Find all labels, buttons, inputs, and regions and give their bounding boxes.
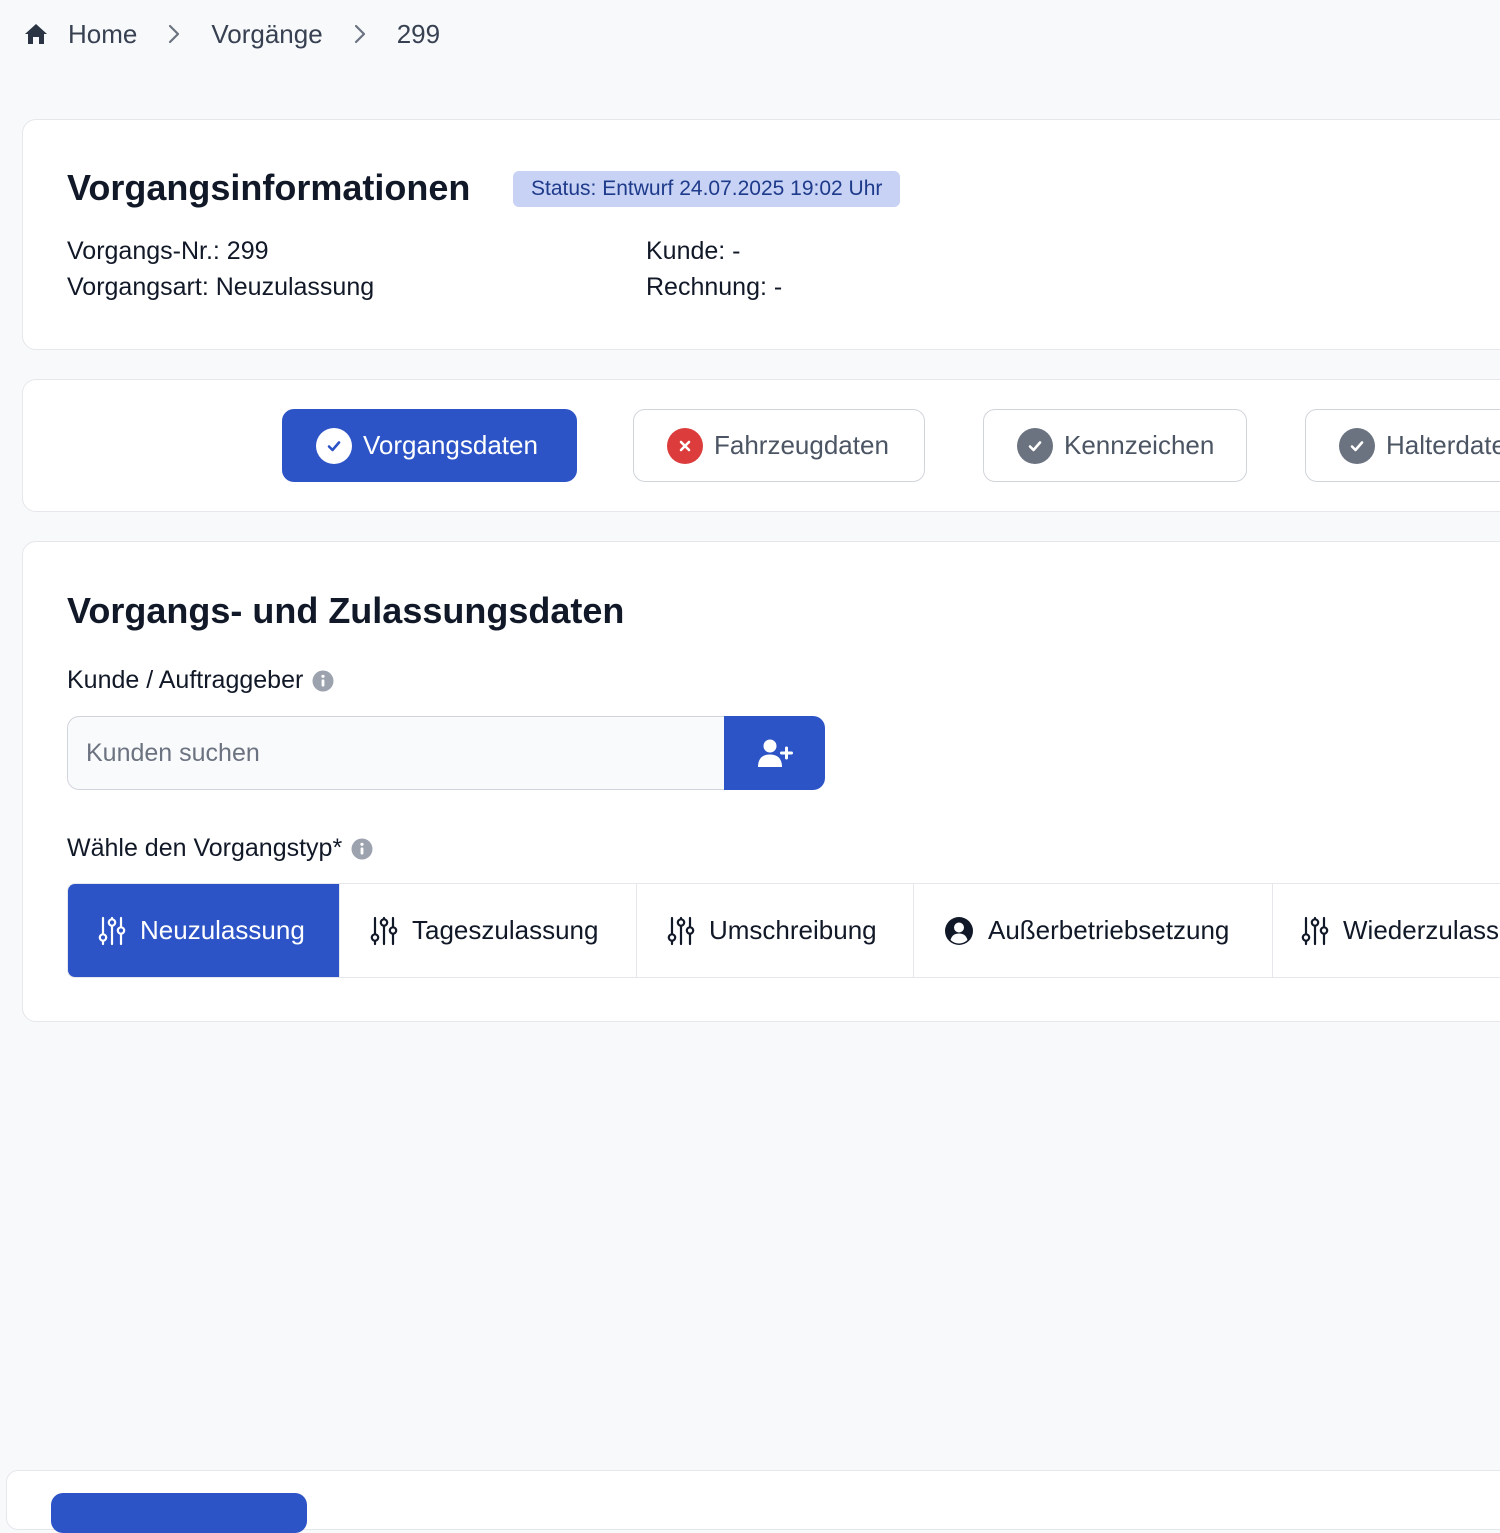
bottom-action-bar (6, 1470, 1500, 1533)
add-customer-button[interactable] (724, 716, 825, 790)
breadcrumb-home[interactable]: Home (24, 19, 137, 50)
type-option-umschreibung[interactable]: Umschreibung (637, 884, 914, 977)
process-type-label-text: Wähle den Vorgangstyp* (67, 834, 343, 862)
check-circle-icon (1339, 427, 1375, 464)
sliders-icon (667, 916, 695, 946)
steps-card: Vorgangsdaten Fahrzeugdaten Kennzeichen … (22, 379, 1500, 512)
section-title: Vorgangs- und Zulassungsdaten (67, 590, 625, 631)
type-label: Wiederzulassung (1343, 915, 1500, 945)
type-label: Tageszulassung (412, 915, 599, 945)
registration-form-card: Vorgangs- und Zulassungsdaten Kunde / Au… (22, 541, 1500, 1022)
step-fahrzeugdaten[interactable]: Fahrzeugdaten (633, 409, 925, 482)
customer-label-text: Kunde / Auftraggeber (67, 666, 304, 694)
process-info-card: Vorgangsinformationen Status: Entwurf 24… (22, 119, 1500, 350)
sliders-icon (1301, 916, 1329, 946)
step-label: Fahrzeugdaten (714, 430, 889, 460)
type-option-wiederzulassung[interactable]: Wiederzulassung (1273, 884, 1500, 977)
customer-info: Kunde: - (646, 237, 741, 265)
step-label: Kennzeichen (1064, 430, 1215, 460)
status-badge: Status: Entwurf 24.07.2025 19:02 Uhr (513, 171, 901, 207)
process-number: Vorgangs-Nr.: 299 (67, 237, 269, 265)
breadcrumb-processes[interactable]: Vorgänge (211, 19, 322, 50)
type-label: Außerbetriebsetzung (988, 915, 1230, 945)
invoice-info: Rechnung: - (646, 273, 783, 301)
process-type-selector: Neuzulassung Tageszulassung Umschreibung… (67, 883, 1500, 978)
process-type-label: Wähle den Vorgangstyp* (67, 834, 373, 863)
chevron-right-icon (167, 23, 181, 45)
info-icon[interactable] (351, 838, 373, 860)
type-option-ausserbetriebsetzung[interactable]: Außerbetriebsetzung (914, 884, 1273, 977)
info-icon[interactable] (312, 670, 334, 692)
check-circle-icon (316, 427, 352, 464)
chevron-right-icon (353, 23, 367, 45)
type-option-tageszulassung[interactable]: Tageszulassung (340, 884, 637, 977)
breadcrumb-home-label: Home (68, 18, 138, 49)
type-option-neuzulassung[interactable]: Neuzulassung (68, 884, 340, 977)
user-circle-icon (944, 916, 974, 946)
step-halterdaten[interactable]: Halterdaten (1305, 409, 1500, 482)
user-plus-icon (757, 738, 793, 768)
customer-label: Kunde / Auftraggeber (67, 666, 334, 695)
check-circle-icon (1017, 427, 1053, 464)
page-title: Vorgangsinformationen (67, 167, 471, 208)
home-icon (24, 23, 48, 45)
step-label: Halterdaten (1386, 430, 1500, 460)
breadcrumb-current: 299 (396, 18, 441, 49)
breadcrumb: Home Vorgänge 299 (24, 14, 440, 54)
sliders-icon (370, 916, 398, 946)
step-vorgangsdaten[interactable]: Vorgangsdaten (282, 409, 577, 482)
step-kennzeichen[interactable]: Kennzeichen (983, 409, 1247, 482)
process-type: Vorgangsart: Neuzulassung (67, 273, 375, 301)
sliders-icon (98, 916, 126, 946)
type-label: Neuzulassung (140, 915, 305, 945)
primary-action-button[interactable] (51, 1493, 307, 1533)
customer-search-input[interactable] (67, 716, 725, 790)
step-label: Vorgangsdaten (363, 430, 538, 460)
error-circle-icon (667, 427, 703, 464)
type-label: Umschreibung (709, 915, 877, 945)
